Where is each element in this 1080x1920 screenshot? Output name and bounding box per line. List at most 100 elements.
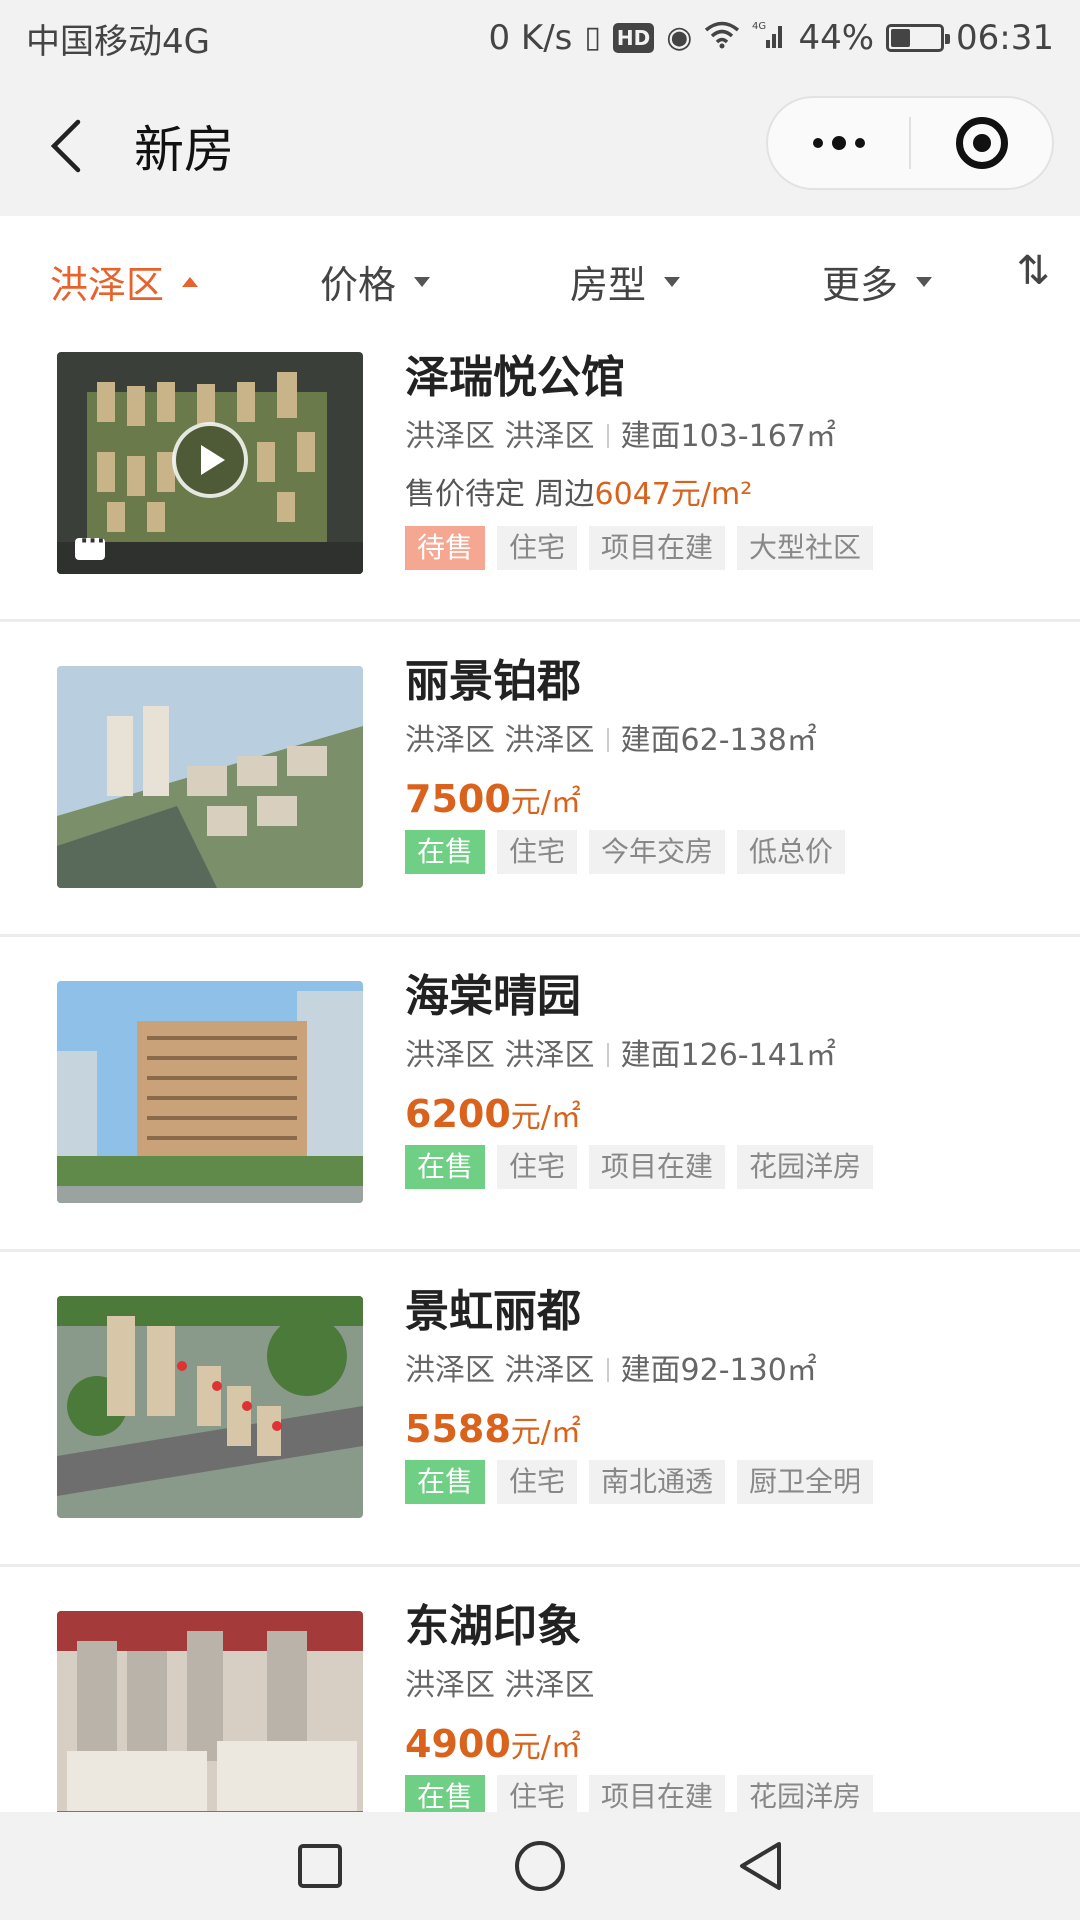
listing-thumbnail: [57, 981, 363, 1203]
listing-tag: 南北通透: [589, 1460, 726, 1504]
listing-tag: 花园洋房: [737, 1775, 874, 1812]
listing-area: 建面92-130㎡: [620, 1353, 817, 1388]
close-mini-program-button[interactable]: [911, 98, 1052, 188]
caret-down-icon: [664, 276, 681, 287]
sort-icon[interactable]: ⇅: [1016, 248, 1050, 294]
status-badge: 待售: [405, 526, 486, 570]
filter-district[interactable]: 洪泽区: [50, 254, 199, 309]
filter-price[interactable]: 价格: [320, 254, 431, 309]
chevron-left-icon: [50, 119, 81, 173]
listing-tag: 住宅: [497, 1775, 578, 1812]
listing-item[interactable]: 东湖印象 洪泽区 洪泽区 4900元/㎡ 在售 住宅 项目在建 花园洋房: [0, 1567, 1080, 1812]
filter-district-label: 洪泽区: [50, 263, 165, 307]
filter-price-label: 价格: [320, 263, 397, 307]
listing-tag: 项目在建: [589, 526, 726, 570]
listing-tag: 住宅: [497, 830, 578, 874]
listing-district: 洪泽区 洪泽区: [405, 1038, 595, 1073]
page-title: 新房: [134, 121, 234, 179]
listing-info: 东湖印象 洪泽区 洪泽区 4900元/㎡ 在售 住宅 项目在建 花园洋房: [405, 1597, 1060, 1812]
battery-percent: 44%: [798, 18, 875, 58]
listing-area: 建面62-138㎡: [620, 723, 817, 758]
listing-thumbnail: [57, 666, 363, 888]
status-indicators: 0 K/s ▯ HD ◉ 4G 44% 06:31: [488, 18, 1054, 58]
listing-tags: 在售 住宅 今年交房 低总价: [405, 830, 1060, 874]
listing-thumbnail: [57, 1611, 363, 1812]
network-speed: 0 K/s: [488, 18, 573, 58]
status-bar: 中国移动4G 0 K/s ▯ HD ◉ 4G 44% 06:31: [0, 0, 1080, 76]
divider: [606, 1043, 609, 1067]
home-button[interactable]: [510, 1836, 570, 1896]
carrier-label: 中国移动4G: [26, 21, 210, 62]
listing-district: 洪泽区 洪泽区: [405, 1353, 595, 1388]
square-icon: [298, 1844, 342, 1888]
price-pending: 售价待定 周边: [405, 477, 595, 512]
battery-fill: [891, 29, 910, 47]
price-value: 6200: [405, 1092, 511, 1136]
listing-tag: 厨卫全明: [737, 1460, 874, 1504]
title-bar: 新房: [0, 76, 1080, 216]
filter-layout[interactable]: 房型: [570, 254, 681, 309]
back-button[interactable]: [36, 116, 96, 176]
listing-tag: 今年交房: [589, 830, 726, 874]
signal-icon: 4G: [752, 20, 786, 56]
listing-tag: 住宅: [497, 1145, 578, 1189]
listing-location: 洪泽区 洪泽区 建面92-130㎡: [405, 1342, 1060, 1400]
filter-more[interactable]: 更多: [822, 254, 933, 309]
clock: 06:31: [956, 18, 1054, 58]
listing-district: 洪泽区 洪泽区: [405, 1668, 595, 1703]
circle-icon: [515, 1841, 565, 1891]
wifi-icon: [704, 21, 740, 55]
listing-area: 建面126-141㎡: [620, 1038, 836, 1073]
play-video-icon[interactable]: [172, 422, 248, 498]
listing-item[interactable]: 景虹丽都 洪泽区 洪泽区 建面92-130㎡ 5588元/㎡ 在售 住宅 南北通透…: [0, 1252, 1080, 1567]
listing-name: 丽景铂郡: [405, 656, 581, 707]
price-unit: 元/㎡: [510, 785, 581, 820]
listing-tag: 项目在建: [589, 1145, 726, 1189]
more-options-button[interactable]: [768, 98, 909, 188]
listing-tag: 花园洋房: [737, 1145, 874, 1189]
listing-thumbnail: [57, 1296, 363, 1518]
listing-location: 洪泽区 洪泽区 建面126-141㎡: [405, 1027, 1060, 1085]
triangle-back-icon: [740, 1842, 781, 1890]
price-unit: 元/㎡: [510, 1415, 581, 1450]
listing-info: 丽景铂郡 洪泽区 洪泽区 建面62-138㎡ 7500元/㎡ 在售 住宅 今年交房…: [405, 652, 1060, 874]
hd-icon: HD: [612, 23, 655, 53]
status-badge: 在售: [405, 1145, 486, 1189]
filter-layout-label: 房型: [570, 263, 647, 307]
recent-apps-button[interactable]: [290, 1836, 350, 1896]
listing-area: 建面103-167㎡: [620, 419, 836, 454]
listing-price: 4900元/㎡: [405, 1715, 1060, 1773]
listing-tag: 住宅: [497, 1460, 578, 1504]
listing-name: 东湖印象: [405, 1601, 581, 1652]
listing-district: 洪泽区 洪泽区: [405, 723, 595, 758]
listing-tags: 待售 住宅 项目在建 大型社区: [405, 526, 1060, 570]
listing-price: 6200元/㎡: [405, 1085, 1060, 1143]
more-dots-icon: [812, 136, 865, 150]
listing-tags: 在售 住宅 南北通透 厨卫全明: [405, 1460, 1060, 1504]
listing-name: 景虹丽都: [405, 1286, 581, 1337]
listing-item[interactable]: 海棠晴园 洪泽区 洪泽区 建面126-141㎡ 6200元/㎡ 在售 住宅 项目在…: [0, 937, 1080, 1252]
listing-list: 泽瑞悦公馆 洪泽区 洪泽区建面103-167㎡ 售价待定 周边6047元/m² …: [0, 336, 1080, 1812]
listing-location: 洪泽区 洪泽区 建面103-167㎡: [405, 408, 1060, 466]
listing-info: 海棠晴园 洪泽区 洪泽区 建面126-141㎡ 6200元/㎡ 在售 住宅 项目在…: [405, 967, 1060, 1189]
back-nav-button[interactable]: [730, 1836, 790, 1896]
price-unit: 元/㎡: [510, 1730, 581, 1765]
caret-up-icon: [182, 276, 199, 287]
listing-location: 洪泽区 洪泽区: [405, 1657, 1060, 1715]
listing-price: 7500元/㎡: [405, 770, 1060, 828]
status-badge: 在售: [405, 1460, 486, 1504]
listing-tags: 在售 住宅 项目在建 花园洋房: [405, 1145, 1060, 1189]
price-value: 5588: [405, 1407, 511, 1451]
listing-item[interactable]: 丽景铂郡 洪泽区 洪泽区 建面62-138㎡ 7500元/㎡ 在售 住宅 今年交房…: [0, 622, 1080, 937]
divider: [606, 728, 609, 752]
listing-tags: 在售 住宅 项目在建 花园洋房: [405, 1775, 1060, 1812]
listing-tag: 大型社区: [737, 526, 874, 570]
listing-info: 泽瑞悦公馆 洪泽区 洪泽区 建面103-167㎡ 售价待定 周边6047元/m² …: [405, 348, 1060, 570]
listing-location: 洪泽区 洪泽区 建面62-138㎡: [405, 712, 1060, 770]
status-badge: 在售: [405, 830, 486, 874]
listing-item[interactable]: 泽瑞悦公馆 洪泽区 洪泽区建面103-167㎡ 售价待定 周边6047元/m² …: [0, 336, 1080, 622]
nearby-price: 6047元/m²: [594, 477, 753, 512]
listing-price: 售价待定 周边6047元/m²: [405, 466, 1060, 524]
caret-down-icon: [916, 276, 933, 287]
price-unit: 元/㎡: [510, 1100, 581, 1135]
